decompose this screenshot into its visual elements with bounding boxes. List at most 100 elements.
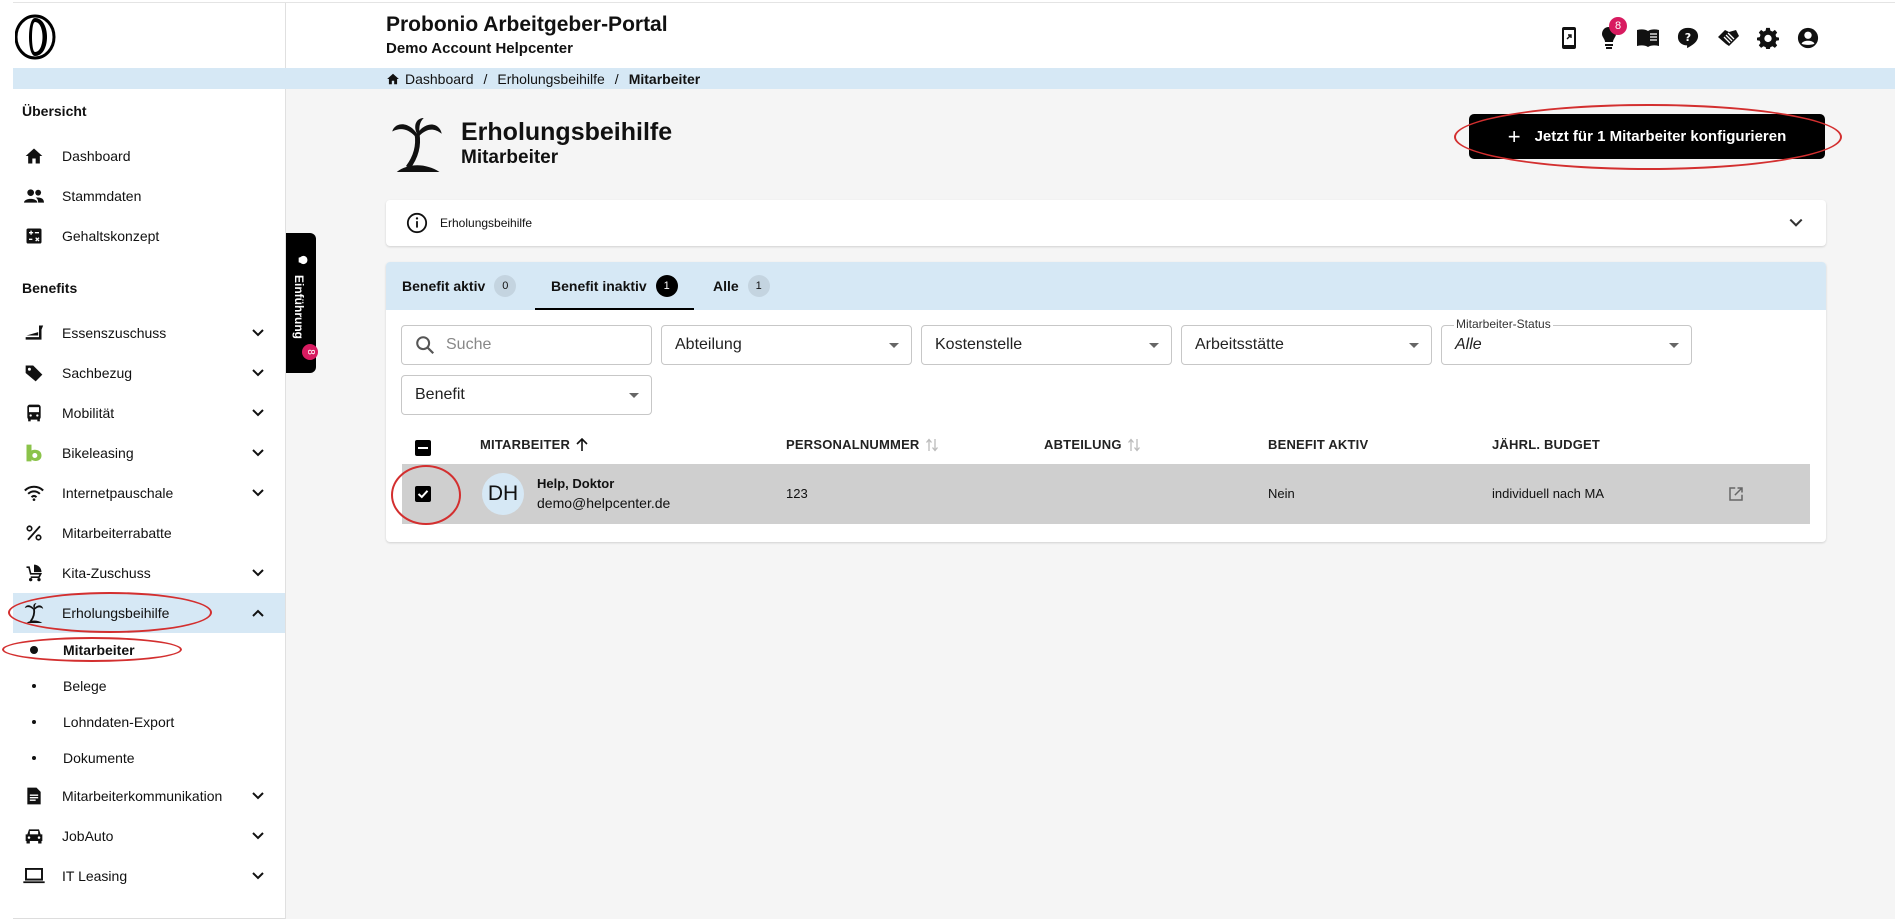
column-header-label: PERSONALNUMMER	[786, 437, 920, 452]
food-icon	[23, 322, 45, 344]
palm-tree-icon	[23, 602, 45, 624]
select-label: Benefit	[415, 386, 465, 403]
app-header: Probonio Arbeitgeber-Portal Demo Account…	[286, 3, 1895, 68]
chevron-down-icon	[252, 792, 264, 800]
sidebar-subitem-belege[interactable]: Belege	[13, 669, 285, 703]
info-accordion[interactable]: Erholungsbeihilfe	[386, 200, 1826, 246]
row-checkbox[interactable]	[415, 486, 431, 502]
sidebar-item-jobauto[interactable]: JobAuto	[13, 816, 285, 856]
chevron-down-icon	[252, 409, 264, 417]
select-all-checkbox[interactable]	[415, 440, 431, 456]
sidebar-item-mitarbeiterrabatte[interactable]: Mitarbeiterrabatte	[13, 513, 285, 553]
settings-icon[interactable]	[1755, 25, 1781, 51]
tab-count: 0	[494, 275, 517, 297]
select-label: Kostenstelle	[935, 336, 1023, 353]
column-header-label: JÄHRL. BUDGET	[1492, 437, 1601, 452]
wifi-icon	[23, 482, 45, 504]
cost-center-select[interactable]: Kostenstelle	[921, 325, 1172, 365]
column-header-personalnummer[interactable]: PERSONALNUMMER	[786, 437, 938, 452]
column-header-label: ABTEILUNG	[1044, 437, 1122, 452]
intro-tab-label: Einführung	[292, 275, 306, 339]
sidebar-subitem-label: Belege	[63, 678, 107, 694]
table-row[interactable]: DH Help, Doktor demo@helpcenter.de 123 N…	[402, 464, 1810, 524]
column-header-abteilung[interactable]: ABTEILUNG	[1044, 437, 1140, 452]
tab-benefit-aktiv[interactable]: Benefit aktiv 0	[402, 262, 517, 310]
sidebar-item-bikeleasing[interactable]: Bikeleasing	[13, 433, 285, 473]
sidebar-item-label: Dashboard	[62, 148, 131, 164]
column-header-budget: JÄHRL. BUDGET	[1492, 437, 1600, 452]
tag-icon	[23, 362, 45, 384]
employee-name: Help, Doktor	[537, 476, 615, 491]
sidebar-item-gehaltskonzept[interactable]: Gehaltskonzept	[13, 216, 285, 256]
bullet-icon	[32, 756, 36, 760]
breadcrumb: Dashboard / Erholungsbeihilfe / Mitarbei…	[386, 71, 700, 87]
help-icon[interactable]: ?	[1675, 25, 1701, 51]
caret-down-icon	[629, 393, 639, 398]
benefit-select[interactable]: Benefit	[401, 375, 652, 415]
chevron-down-icon	[252, 449, 264, 457]
sidebar-subitem-mitarbeiter[interactable]: Mitarbeiter	[13, 633, 285, 667]
account-icon[interactable]	[1795, 25, 1821, 51]
section-overview: Übersicht	[22, 103, 87, 119]
handshake-icon[interactable]	[1715, 25, 1741, 51]
checkmark-icon	[417, 490, 429, 499]
sidebar-item-label: Kita-Zuschuss	[62, 565, 151, 581]
column-header-label: MITARBEITER	[480, 437, 571, 452]
breadcrumb-item-dashboard[interactable]: Dashboard	[405, 71, 474, 87]
info-accordion-label: Erholungsbeihilfe	[440, 216, 533, 230]
tab-benefit-inaktiv[interactable]: Benefit inaktiv 1	[535, 262, 694, 310]
book-icon[interactable]	[1635, 25, 1661, 51]
sidebar-subitem-dokumente[interactable]: Dokumente	[13, 741, 285, 775]
configure-employees-button[interactable]: + Jetzt für 1 Mitarbeiter konfigurieren	[1469, 114, 1825, 159]
app-download-icon[interactable]	[1556, 25, 1582, 51]
sidebar-item-mitarbeiterkommunikation[interactable]: Mitarbeiterkommunikation	[13, 776, 285, 816]
open-in-new-icon[interactable]	[1727, 485, 1745, 503]
select-label: Arbeitsstätte	[1195, 336, 1284, 353]
tab-count: 1	[747, 275, 770, 297]
sidebar-item-mobilitaet[interactable]: Mobilität	[13, 393, 285, 433]
select-label: Abteilung	[675, 336, 742, 353]
sidebar-item-essenszuschuss[interactable]: Essenszuschuss	[13, 313, 285, 353]
sidebar-item-erholungsbeihilfe[interactable]: Erholungsbeihilfe	[13, 593, 285, 633]
column-header-mitarbeiter[interactable]: MITARBEITER	[480, 437, 588, 452]
sidebar-item-label: Stammdaten	[62, 188, 142, 204]
breadcrumb-item-erholungsbeihilfe[interactable]: Erholungsbeihilfe	[497, 71, 604, 87]
tab-alle[interactable]: Alle 1	[713, 262, 770, 310]
annual-budget-value: individuell nach MA	[1492, 486, 1605, 501]
sidebar-item-it-leasing[interactable]: IT Leasing	[13, 856, 285, 896]
sidebar-item-label: Essenszuschuss	[62, 325, 167, 341]
workplace-select[interactable]: Arbeitsstätte	[1181, 325, 1432, 365]
sidebar-item-label: Sachbezug	[62, 365, 133, 381]
breadcrumb-separator: /	[483, 71, 488, 87]
sidebar-item-label: Gehaltskonzept	[62, 228, 160, 244]
sidebar-subitem-label: Mitarbeiter	[63, 642, 135, 658]
search-input[interactable]: Suche	[401, 325, 652, 365]
palm-tree-icon	[392, 118, 442, 172]
tab-bar: Benefit aktiv 0 Benefit inaktiv 1 Alle 1	[386, 262, 1826, 310]
sidebar-subitem-lohndaten-export[interactable]: Lohndaten-Export	[13, 705, 285, 739]
avatar: DH	[482, 473, 524, 515]
sidebar-item-stammdaten[interactable]: Stammdaten	[13, 176, 285, 216]
intro-tab[interactable]: Einführung 8	[286, 233, 318, 373]
chevron-down-icon	[252, 872, 264, 880]
section-benefits: Benefits	[22, 280, 78, 296]
employee-status-select[interactable]: Mitarbeiter-Status Alle	[1441, 317, 1692, 365]
sidebar-item-internetpauschale[interactable]: Internetpauschale	[13, 473, 285, 513]
personnel-number: 123	[786, 486, 808, 501]
chevron-up-icon	[252, 609, 264, 617]
employee-email: demo@helpcenter.de	[537, 495, 671, 511]
employees-card: Benefit aktiv 0 Benefit inaktiv 1 Alle 1…	[386, 262, 1826, 542]
bullet-icon	[30, 646, 38, 654]
percent-icon	[23, 522, 45, 544]
sidebar-item-dashboard[interactable]: Dashboard	[13, 136, 285, 176]
sidebar-item-label: IT Leasing	[62, 868, 128, 884]
department-select[interactable]: Abteilung	[661, 325, 912, 365]
home-icon	[387, 73, 399, 85]
breadcrumb-item-current: Mitarbeiter	[628, 71, 701, 87]
car-icon	[23, 825, 45, 847]
bikeleasing-icon	[23, 442, 45, 464]
info-icon	[406, 212, 428, 234]
people-icon	[23, 185, 45, 207]
sidebar-item-sachbezug[interactable]: Sachbezug	[13, 353, 285, 393]
sidebar-item-kita-zuschuss[interactable]: Kita-Zuschuss	[13, 553, 285, 593]
